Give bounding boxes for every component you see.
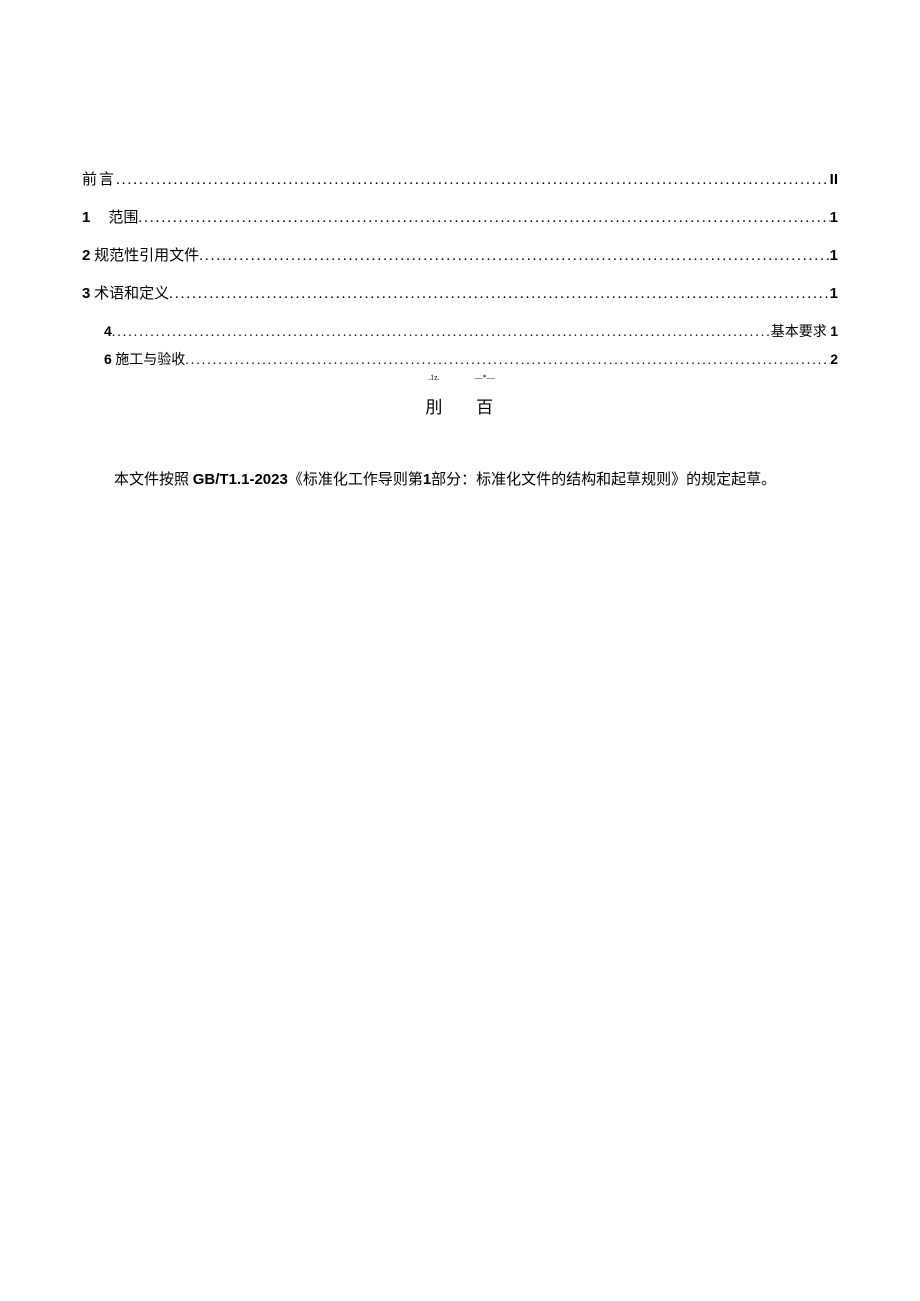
- toc-label: 前言: [82, 168, 116, 192]
- toc-leader-dots: [185, 350, 830, 372]
- toc-entry-scope: 1范围 1: [82, 206, 838, 230]
- toc-label: 1范围: [82, 206, 138, 230]
- artifact-tiny-right: —*—: [475, 373, 495, 382]
- toc-leader-dots: [116, 168, 830, 192]
- toc-leader-dots: [169, 282, 830, 306]
- section-heading-artifact: .1z. 刖 —*— 百: [82, 379, 838, 424]
- toc-page: II: [830, 168, 838, 192]
- toc-entry-foreword: 前言 II: [82, 168, 838, 192]
- toc-label: 6 施工与验收: [104, 348, 185, 372]
- toc-entry-normative-refs: 2 规范性引用文件 1: [82, 244, 838, 268]
- toc-leader-dots: [112, 322, 771, 344]
- toc-page: 1: [830, 282, 838, 306]
- toc-page: 1: [830, 244, 838, 268]
- para-text: 部分：标准化文件的结构和起草规则》的规定起草。: [431, 472, 776, 488]
- toc-entry-basic-requirements: 4 基本要求 1: [82, 320, 838, 344]
- table-of-contents: 前言 II 1范围 1 2 规范性引用文件 1 3 术语和定义 1 4 基本要求…: [82, 168, 838, 373]
- toc-entry-terms: 3 术语和定义 1: [82, 282, 838, 306]
- toc-leader-dots: [138, 206, 829, 230]
- toc-entry-construction-acceptance: 6 施工与验收 2: [82, 348, 838, 372]
- artifact-char-right: 百: [476, 398, 493, 417]
- toc-label: 2 规范性引用文件: [82, 244, 199, 268]
- drafting-basis-paragraph: 本文件按照 GB/T1.1-2023《标准化工作导则第1部分：标准化文件的结构和…: [82, 466, 838, 494]
- toc-page: 1: [830, 206, 838, 230]
- toc-page: 2: [830, 348, 838, 370]
- document-page: 前言 II 1范围 1 2 规范性引用文件 1 3 术语和定义 1 4 基本要求…: [0, 0, 920, 494]
- toc-label: 4: [104, 320, 112, 342]
- toc-label: 3 术语和定义: [82, 282, 169, 306]
- standard-code: GB/T1.1-2023: [193, 471, 288, 488]
- toc-leader-dots: [199, 244, 830, 268]
- artifact-tiny-left: .1z.: [428, 373, 440, 382]
- part-number: 1: [423, 471, 431, 488]
- para-text: 《标准化工作导则第: [288, 472, 423, 488]
- artifact-char-left: 刖: [425, 398, 442, 417]
- toc-page: 基本要求 1: [771, 320, 838, 344]
- para-text: 本文件按照: [114, 472, 193, 488]
